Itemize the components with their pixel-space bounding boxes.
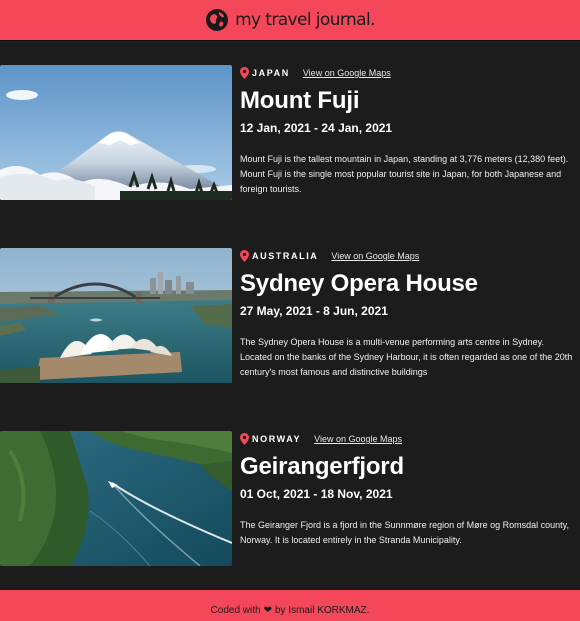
google-maps-link[interactable]: View on Google Maps <box>331 251 419 261</box>
entry-photo <box>0 65 232 200</box>
entry-meta: JAPAN View on Google Maps <box>240 65 576 81</box>
footer-author: by Ismail KORKMAZ. <box>274 605 370 616</box>
entry-country: AUSTRALIA <box>252 251 319 261</box>
entry-info: JAPAN View on Google Maps Mount Fuji 12 … <box>240 65 576 197</box>
entry-meta: NORWAY View on Google Maps <box>240 431 576 447</box>
google-maps-link[interactable]: View on Google Maps <box>303 68 391 78</box>
journal-entry: NORWAY View on Google Maps Geirangerfjor… <box>0 431 580 566</box>
entry-description: The Geiranger Fjord is a fjord in the Su… <box>240 520 569 545</box>
journal-entry: AUSTRALIA View on Google Maps Sydney Ope… <box>0 248 580 383</box>
entry-description: Mount Fuji is the tallest mountain in Ja… <box>240 154 569 194</box>
entry-title: Mount Fuji <box>240 87 360 114</box>
entry-country: NORWAY <box>252 434 302 444</box>
entry-dates: 12 Jan, 2021 - 24 Jan, 2021 <box>240 121 393 135</box>
entry-dates: 27 May, 2021 - 8 Jun, 2021 <box>240 304 388 318</box>
footer-prefix: Coded with <box>210 605 261 616</box>
location-pin-icon <box>240 67 249 79</box>
entry-description: The Sydney Opera House is a multi-venue … <box>240 337 573 377</box>
app-title: my travel journal. <box>235 10 375 30</box>
entry-country: JAPAN <box>252 68 290 78</box>
entry-title: Sydney Opera House <box>240 270 478 297</box>
page-footer: Coded with ❤ by Ismail KORKMAZ. <box>0 590 580 621</box>
entry-dates: 01 Oct, 2021 - 18 Nov, 2021 <box>240 487 393 501</box>
location-pin-icon <box>240 433 249 445</box>
globe-icon <box>206 9 229 31</box>
entry-photo <box>0 248 232 383</box>
entry-info: AUSTRALIA View on Google Maps Sydney Ope… <box>240 248 576 380</box>
entry-title: Geirangerfjord <box>240 453 404 480</box>
location-pin-icon <box>240 250 249 262</box>
heart-icon: ❤ <box>263 605 272 616</box>
entry-meta: AUSTRALIA View on Google Maps <box>240 248 576 264</box>
journal-entry: JAPAN View on Google Maps Mount Fuji 12 … <box>0 65 580 200</box>
app-header: my travel journal. <box>0 0 580 41</box>
entry-photo <box>0 431 232 566</box>
google-maps-link[interactable]: View on Google Maps <box>314 434 402 444</box>
entry-info: NORWAY View on Google Maps Geirangerfjor… <box>240 431 576 548</box>
